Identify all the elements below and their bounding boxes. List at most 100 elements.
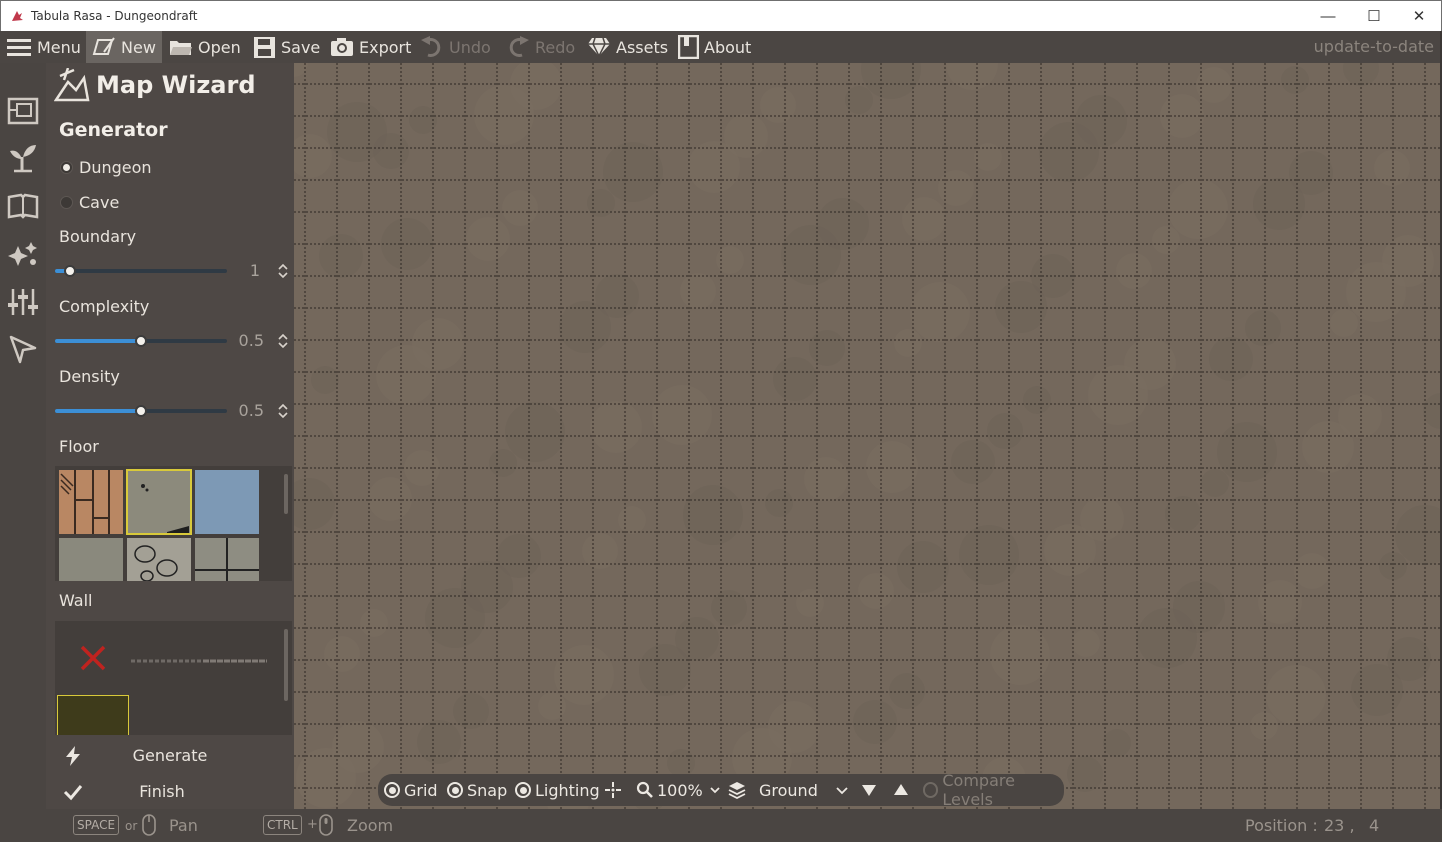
title-bar: Tabula Rasa - Dungeondraft — ☐ ✕ xyxy=(0,0,1442,31)
minimize-button[interactable]: — xyxy=(1305,1,1351,31)
open-button[interactable]: Open xyxy=(169,31,241,63)
boundary-value[interactable]: 1 xyxy=(220,261,260,280)
level-value: Ground xyxy=(759,780,818,800)
export-button[interactable]: Export xyxy=(330,31,411,63)
floor-texture-blotch xyxy=(951,440,995,484)
redo-button[interactable]: Redo xyxy=(506,31,575,63)
finish-button[interactable]: Finish xyxy=(46,777,294,805)
floor-texture-blotch xyxy=(1165,496,1201,532)
minimize-icon: — xyxy=(1320,7,1336,25)
compare-levels-toggle[interactable]: Compare Levels xyxy=(923,771,1064,809)
slider-handle[interactable] xyxy=(135,335,147,347)
level-down-button[interactable] xyxy=(861,774,877,806)
redo-icon xyxy=(509,36,529,57)
book-icon xyxy=(678,35,699,59)
grid-toggle[interactable]: Grid xyxy=(384,774,438,806)
density-value[interactable]: 0.5 xyxy=(224,401,264,420)
window-title: Tabula Rasa - Dungeondraft xyxy=(31,9,198,23)
save-button[interactable]: Save xyxy=(253,31,320,63)
floor-texture-blotch xyxy=(1343,63,1379,86)
new-label: New xyxy=(121,37,156,57)
wall-swatch-none[interactable] xyxy=(59,625,127,691)
slider-fill xyxy=(55,409,141,413)
level-dropdown[interactable]: Ground xyxy=(727,774,849,806)
wall-swatch-brick[interactable] xyxy=(131,727,271,735)
save-disk-icon xyxy=(254,36,275,58)
floor-texture-blotch xyxy=(902,197,946,241)
map-canvas[interactable] xyxy=(294,63,1442,809)
snap-toggle[interactable]: Snap xyxy=(447,774,507,806)
floor-swatch-cobble[interactable] xyxy=(127,538,191,581)
floor-texture-blotch xyxy=(1209,337,1253,381)
floor-scrollbar[interactable] xyxy=(284,474,288,514)
main-toolbar: Menu New Open Save Export Undo Redo Asse… xyxy=(0,31,1442,63)
density-spinner-icon[interactable] xyxy=(277,403,289,419)
wall-scrollbar[interactable] xyxy=(284,629,288,701)
gem-icon xyxy=(588,37,610,57)
floor-texture-blotch xyxy=(938,170,974,206)
generator-option-cave[interactable]: Cave xyxy=(60,192,119,212)
undo-label: Undo xyxy=(449,37,491,57)
complexity-spinner-icon[interactable] xyxy=(277,333,289,349)
wall-swatch-selected[interactable] xyxy=(57,695,129,735)
settings-tab[interactable] xyxy=(5,284,41,320)
floor-swatch-wood[interactable] xyxy=(59,470,123,534)
zoom-dropdown[interactable]: 100% xyxy=(636,774,721,806)
complexity-value[interactable]: 0.5 xyxy=(224,331,264,350)
wall-swatch-stone[interactable] xyxy=(131,625,271,691)
toggle-on-icon xyxy=(384,782,400,798)
close-button[interactable]: ✕ xyxy=(1396,1,1442,31)
floor-swatch-stone-selected[interactable] xyxy=(126,469,192,535)
boundary-slider[interactable] xyxy=(55,265,227,277)
maximize-button[interactable]: ☐ xyxy=(1351,1,1397,31)
tiles-icon xyxy=(195,538,259,581)
panel-title: Map Wizard xyxy=(96,71,256,99)
level-up-button[interactable] xyxy=(893,774,909,806)
undo-button[interactable]: Undo xyxy=(420,31,491,63)
floor-texture-blotch xyxy=(817,198,869,250)
boundary-spinner-icon[interactable] xyxy=(277,263,289,279)
about-button[interactable]: About xyxy=(678,31,751,63)
floor-texture-blotch xyxy=(489,449,517,477)
center-view-button[interactable] xyxy=(604,774,622,806)
assets-label: Assets xyxy=(616,37,669,57)
floor-texture-blotch xyxy=(368,477,412,521)
lighting-toggle[interactable]: Lighting xyxy=(515,774,600,806)
complexity-slider[interactable] xyxy=(55,335,227,347)
floor-texture-blotch xyxy=(1387,637,1431,681)
floor-texture-blotch xyxy=(858,573,894,609)
floor-swatch-blue[interactable] xyxy=(195,470,259,534)
floor-texture-blotch xyxy=(294,134,332,178)
nature-tab[interactable] xyxy=(5,140,41,176)
generate-button[interactable]: Generate xyxy=(46,741,294,769)
map-wizard-tab[interactable] xyxy=(5,93,41,129)
select-tool-tab[interactable] xyxy=(5,331,41,367)
cursor-arrow-icon xyxy=(9,335,37,364)
new-button[interactable]: New xyxy=(86,31,162,63)
triangle-up-icon xyxy=(894,784,908,795)
grid-label: Grid xyxy=(404,780,438,800)
floor-texture-blotch xyxy=(603,142,663,202)
density-slider[interactable] xyxy=(55,405,227,417)
floor-swatch-tiles[interactable] xyxy=(195,538,259,581)
effects-tab[interactable] xyxy=(5,236,41,272)
generator-option-dungeon[interactable]: Dungeon xyxy=(60,157,152,177)
map-book-tab[interactable] xyxy=(5,188,41,224)
close-icon: ✕ xyxy=(1412,8,1426,25)
radio-unselected-icon xyxy=(60,195,73,209)
floor-texture-blotch xyxy=(294,478,335,530)
wall-texture-grid xyxy=(55,621,292,735)
slider-handle[interactable] xyxy=(135,405,147,417)
slider-handle[interactable] xyxy=(64,265,77,277)
camera-icon xyxy=(331,38,353,56)
floor-texture-blotch xyxy=(1382,235,1434,287)
floor-texture-blotch xyxy=(1031,254,1075,298)
menu-button[interactable]: Menu xyxy=(6,31,81,63)
toggle-on-icon xyxy=(447,782,463,798)
floor-texture-blotch xyxy=(1330,309,1358,337)
dungeondraft-logo-icon xyxy=(12,11,23,21)
radio-selected-icon xyxy=(60,160,73,174)
floor-swatch-plain[interactable] xyxy=(59,538,123,581)
finish-label: Finish xyxy=(139,781,185,801)
assets-button[interactable]: Assets xyxy=(587,31,668,63)
